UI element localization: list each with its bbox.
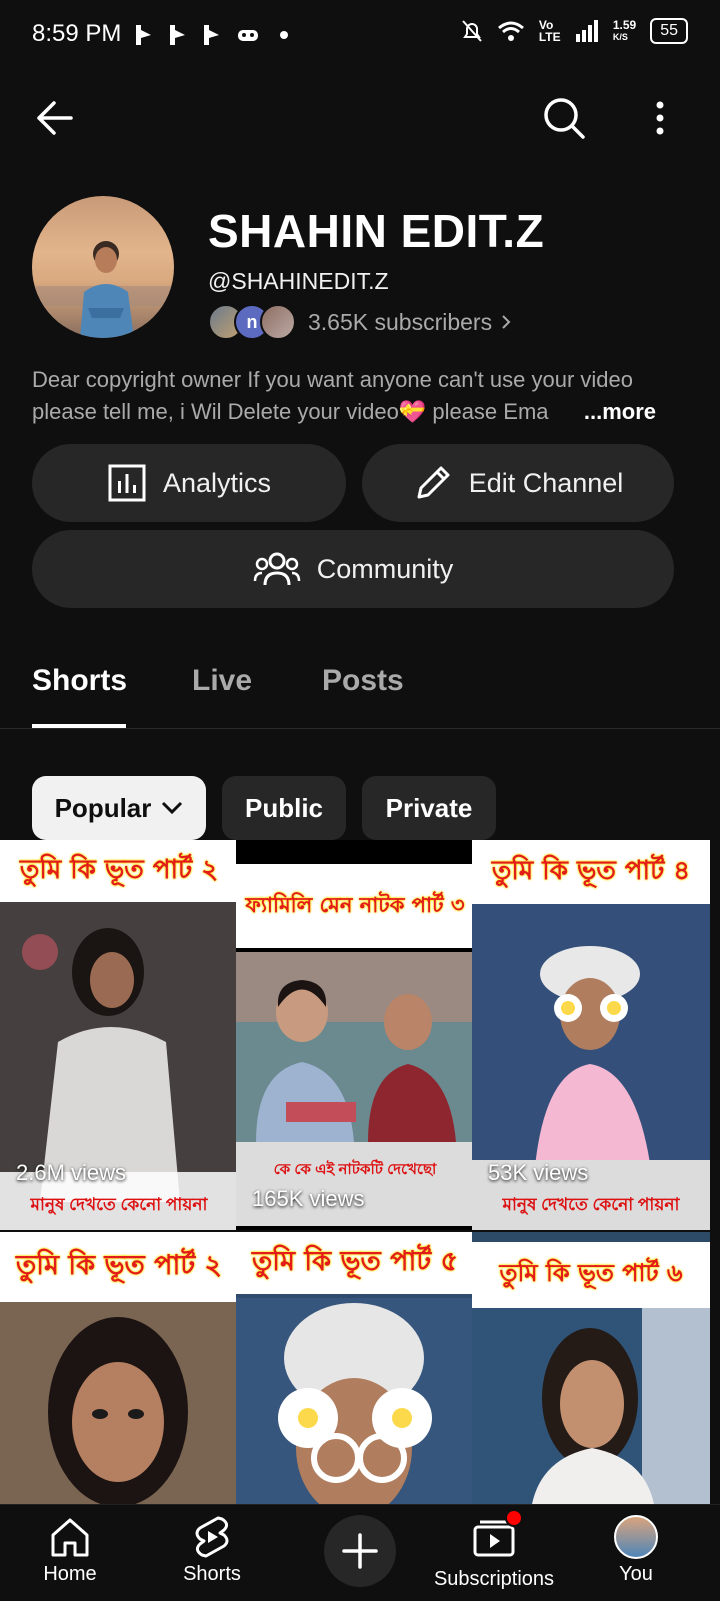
arrow-left-icon [37, 101, 73, 135]
analytics-button[interactable]: Analytics [32, 444, 346, 522]
community-button[interactable]: Community [32, 530, 674, 608]
short-thumbnail[interactable]: তুমি কি ভূত পার্ট ৫ [236, 1232, 474, 1504]
home-icon [51, 1518, 89, 1557]
edit-channel-button[interactable]: Edit Channel [362, 444, 674, 522]
short-thumbnail[interactable]: ফ্যামিলি মেন নাটক পার্ট ৩ কে কে এই নাটকট… [236, 840, 474, 1230]
pencil-icon [417, 466, 450, 499]
lte-indicator: Vo LTE [538, 18, 561, 44]
network-speed-value: 1.59 [612, 18, 637, 32]
short-caption: কে কে এই নাটকটি দেখেছো [273, 1161, 437, 1178]
notification-dot [505, 1509, 523, 1527]
subscriber-count: 3.65K subscribers [308, 308, 493, 335]
analytics-label: Analytics [162, 467, 272, 498]
channel-name: SHAHIN EDIT.Z [208, 205, 545, 257]
nav-you[interactable]: You [576, 1505, 696, 1601]
status-time: 8:59 PM [32, 20, 122, 47]
search-icon [544, 98, 585, 139]
search-button[interactable] [540, 94, 588, 142]
nav-home[interactable]: Home [10, 1505, 130, 1601]
channel-handle: @SHAHINEDIT.Z [208, 268, 389, 294]
short-caption: মানুষ দেখতে কেনো পায়না [502, 1195, 680, 1214]
edit-channel-label: Edit Channel [468, 467, 624, 498]
short-caption: মানুষ দেখতে কেনো পায়না [30, 1195, 208, 1214]
channel-avatar[interactable] [32, 196, 174, 338]
filter-popular-label: Popular [54, 792, 152, 823]
network-speed-unit: K/S [612, 32, 628, 42]
more-options-button[interactable] [636, 94, 684, 142]
battery-indicator: 55 [650, 18, 688, 44]
short-title: তুমি কি ভূত পার্ট ৫ [236, 1232, 474, 1294]
short-thumbnail[interactable]: তুমি কি ভূত পার্ট ২ মানুষ দেখতে কেনো পায… [0, 840, 238, 1230]
people-icon [253, 552, 300, 586]
person-avatar-icon [32, 241, 174, 338]
tabs-divider [0, 728, 720, 729]
notification-icons [133, 22, 297, 48]
thumbnail-image [472, 1308, 710, 1504]
short-title: তুমি কি ভূত পার্ট ৬ [472, 1242, 710, 1308]
short-title: তুমি কি ভূত পার্ট ২ [0, 1232, 238, 1302]
short-title: তুমি কি ভূত পার্ট ২ [0, 840, 238, 902]
nav-shorts-label: Shorts [183, 1563, 241, 1585]
filter-public[interactable]: Public [222, 776, 346, 840]
create-button[interactable] [324, 1515, 396, 1587]
short-views: 2.6M views [16, 1160, 127, 1185]
app-notification-icon [136, 25, 151, 45]
wifi-icon [497, 21, 524, 41]
you-avatar [614, 1515, 658, 1559]
status-bar: 8:59 PM Vo LTE 1.59 K/S 55 [0, 0, 720, 72]
signal-icon [575, 20, 598, 42]
short-title: তুমি কি ভূত পার্ট ৪ [472, 840, 710, 904]
back-button[interactable] [30, 94, 78, 142]
tab-live[interactable]: Live [192, 664, 252, 698]
more-link[interactable]: ...more [579, 396, 656, 428]
channel-description[interactable]: Dear copyright owner If you want anyone … [32, 364, 688, 428]
short-thumbnail[interactable]: তুমি কি ভূত পার্ট ৪ মানুষ দেখতে কেনো পায… [472, 840, 710, 1230]
plus-icon [342, 1533, 378, 1569]
analytics-icon [108, 464, 146, 502]
community-label: Community [316, 553, 454, 584]
filter-popular[interactable]: Popular [32, 776, 206, 840]
nav-shorts[interactable]: Shorts [152, 1505, 272, 1601]
app-notification-icon [204, 25, 219, 45]
more-vertical-icon [656, 101, 664, 135]
nav-subscriptions-label: Subscriptions [433, 1568, 555, 1590]
short-thumbnail[interactable]: তুমি কি ভূত পার্ট ৬ [472, 1232, 710, 1504]
gamepad-icon [238, 30, 258, 41]
description-text: Dear copyright owner If you want anyone … [32, 367, 633, 424]
dot-icon [280, 31, 288, 39]
status-right: Vo LTE 1.59 K/S 55 [461, 18, 688, 44]
chevron-down-icon [162, 801, 183, 815]
thumbnail-image [236, 952, 474, 1142]
short-views: 53K views [488, 1160, 589, 1185]
tab-shorts[interactable]: Shorts [32, 664, 127, 698]
short-thumbnail[interactable]: তুমি কি ভূত পার্ট ২ [0, 1232, 238, 1504]
bottom-navigation: Home Shorts Subscriptions You [0, 1504, 720, 1601]
short-title: ফ্যামিলি মেন নাটক পার্ট ৩ [236, 864, 474, 948]
mute-bell-icon [462, 20, 482, 42]
thumbnail-image [0, 1302, 238, 1504]
subscriber-avatar [260, 304, 296, 340]
filter-private[interactable]: Private [362, 776, 496, 840]
nav-home-label: Home [43, 1563, 97, 1585]
app-notification-icon [170, 25, 185, 45]
nav-subscriptions[interactable]: Subscriptions [428, 1505, 560, 1601]
subscribers-link[interactable]: n 3.65K subscribers [208, 304, 514, 340]
short-views: 165K views [252, 1186, 365, 1211]
thumbnail-image [236, 1298, 474, 1504]
subscriptions-icon-wrap [471, 1509, 523, 1564]
nav-you-label: You [619, 1563, 653, 1585]
subscriber-avatar-letter: n [246, 311, 258, 332]
shorts-icon [195, 1516, 229, 1558]
network-speed: 1.59 K/S [613, 19, 636, 43]
tab-posts[interactable]: Posts [322, 664, 404, 698]
chevron-right-icon [502, 315, 511, 329]
